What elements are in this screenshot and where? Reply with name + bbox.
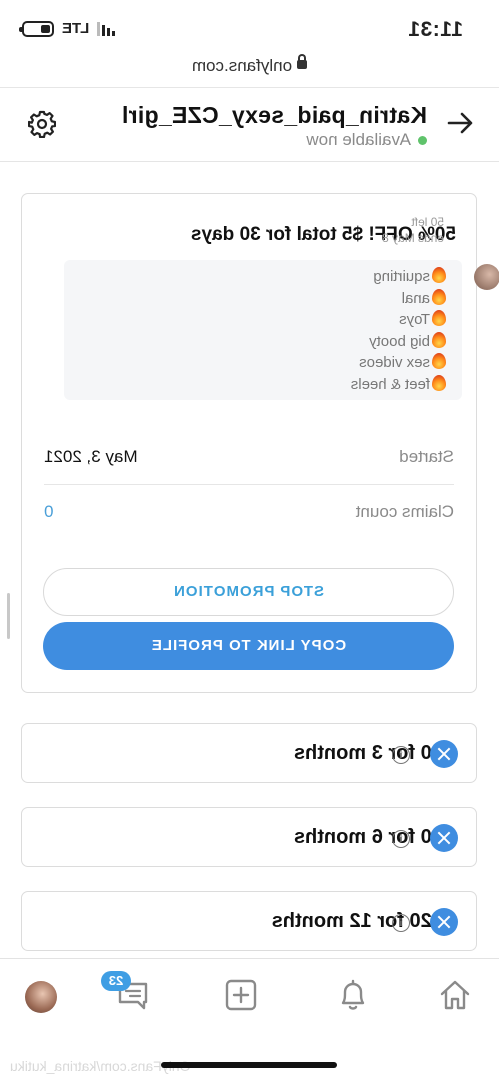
bundle-card: $120 for 12 months i bbox=[21, 891, 477, 951]
promotion-meta: 50 left ends May 8 bbox=[382, 214, 444, 246]
status-bar: 11:31 LTE bbox=[0, 0, 499, 58]
tag-list: squirting anal Toys big booty sex videos… bbox=[351, 266, 446, 395]
avatar[interactable] bbox=[25, 981, 57, 1013]
online-dot-icon bbox=[418, 135, 427, 145]
url-domain: onlyfans.com bbox=[191, 56, 293, 75]
clock: 11:31 bbox=[407, 18, 463, 41]
availability-label: Available now bbox=[306, 130, 411, 149]
claims-value[interactable]: 0 bbox=[44, 502, 53, 522]
home-indicator[interactable] bbox=[161, 1062, 337, 1068]
started-value: May 3, 2021 bbox=[44, 447, 138, 466]
promotion-card: 50% OFF! $5 total for 30 days 50 left en… bbox=[21, 193, 499, 693]
list-item: sex videos bbox=[351, 352, 446, 374]
started-label: Started bbox=[399, 447, 454, 466]
close-icon[interactable] bbox=[430, 824, 458, 852]
scrollbar[interactable] bbox=[7, 593, 10, 639]
home-icon[interactable] bbox=[437, 977, 473, 1013]
close-icon[interactable] bbox=[430, 908, 458, 936]
copy-link-button[interactable]: COPY LINK TO PROFILE bbox=[43, 622, 454, 670]
claims-label: Claims count bbox=[355, 502, 454, 521]
bundle-label: $120 for 12 months bbox=[271, 910, 454, 932]
network-label: LTE bbox=[62, 20, 90, 37]
fire-icon bbox=[432, 310, 446, 326]
add-icon[interactable] bbox=[223, 977, 259, 1013]
list-item: big booty bbox=[351, 331, 446, 353]
fire-icon bbox=[432, 267, 446, 283]
close-icon[interactable] bbox=[430, 740, 458, 768]
fire-icon bbox=[432, 374, 446, 391]
divider bbox=[44, 484, 454, 485]
battery-icon bbox=[22, 20, 54, 37]
list-item: squirting bbox=[351, 266, 446, 288]
fire-icon bbox=[432, 353, 446, 369]
messages-badge: 23 bbox=[101, 971, 131, 991]
status-icons: LTE bbox=[22, 20, 116, 37]
signal-icon bbox=[97, 21, 116, 36]
stop-promotion-button[interactable]: STOP PROMOTION bbox=[43, 568, 454, 616]
promotion-end-date: ends May 8 bbox=[382, 231, 445, 245]
avatar bbox=[474, 264, 499, 290]
url-bar[interactable]: onlyfans.com bbox=[0, 56, 499, 88]
bundle-card: $60 for 6 months i bbox=[21, 807, 477, 867]
gear-icon[interactable] bbox=[28, 110, 56, 138]
lock-icon bbox=[297, 60, 308, 70]
fire-icon bbox=[432, 288, 446, 305]
list-item: Toys bbox=[351, 309, 446, 331]
page-header: Katrin_paid_sexy_CZE_girl Available now bbox=[0, 88, 499, 162]
bottom-navigation: 23 bbox=[0, 958, 499, 1038]
fire-icon bbox=[432, 331, 446, 348]
bundle-card: $30 for 3 months i bbox=[21, 723, 477, 783]
promotion-remaining: 50 left bbox=[411, 215, 445, 229]
back-arrow-icon[interactable] bbox=[445, 108, 475, 138]
list-item: anal bbox=[351, 288, 446, 310]
bell-icon[interactable] bbox=[335, 977, 371, 1013]
info-icon[interactable]: i bbox=[392, 914, 410, 932]
promotion-message: squirting anal Toys big booty sex videos… bbox=[64, 260, 499, 400]
mirrored-screen: 11:31 LTE onlyfans.com Katrin_paid_sexy_… bbox=[0, 0, 499, 1080]
availability-status: Available now bbox=[306, 130, 427, 150]
info-icon[interactable]: i bbox=[392, 830, 410, 848]
list-item: feet & heels bbox=[351, 374, 446, 396]
info-icon[interactable]: i bbox=[392, 746, 410, 764]
profile-name: Katrin_paid_sexy_CZE_girl bbox=[121, 102, 427, 128]
